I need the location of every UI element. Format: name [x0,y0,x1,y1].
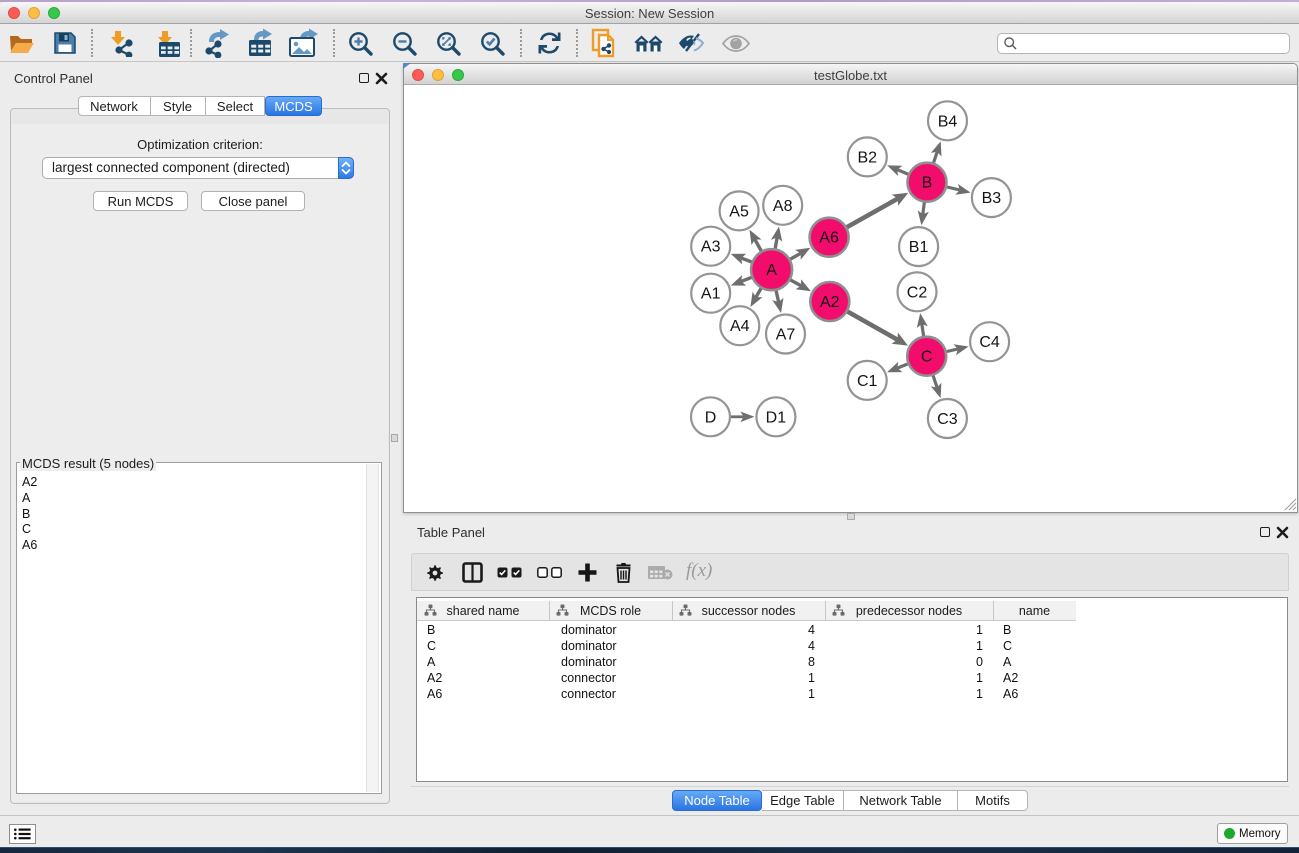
svg-text:D1: D1 [766,409,787,426]
svg-text:B3: B3 [982,190,1002,207]
svg-text:C: C [921,349,933,366]
svg-text:D: D [705,409,717,426]
svg-text:B2: B2 [858,149,878,166]
svg-text:C3: C3 [937,411,958,428]
svg-text:B4: B4 [938,113,958,130]
svg-text:A7: A7 [776,327,796,344]
svg-text:B: B [922,175,933,192]
svg-text:A3: A3 [701,239,721,256]
svg-text:A2: A2 [820,294,840,311]
svg-text:A1: A1 [701,286,721,303]
svg-text:B1: B1 [909,239,929,256]
svg-text:C1: C1 [857,373,878,390]
svg-text:A8: A8 [773,198,793,215]
svg-text:A: A [766,262,777,279]
svg-text:A6: A6 [819,230,839,247]
svg-text:C4: C4 [979,334,1000,351]
svg-text:A4: A4 [730,318,750,335]
svg-text:A5: A5 [729,203,749,220]
svg-text:C2: C2 [907,284,928,301]
